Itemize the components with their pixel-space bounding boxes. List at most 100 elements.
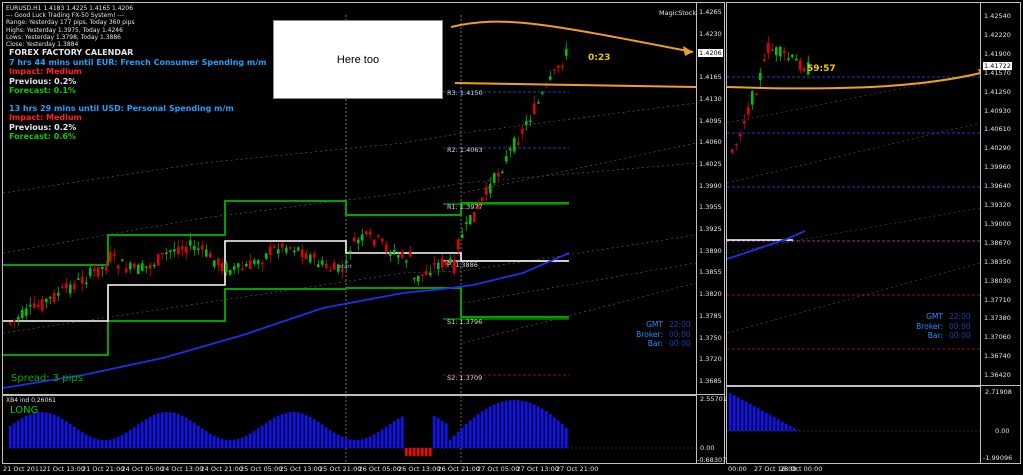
price-axis-left[interactable]: 1.42651.42301.41951.41651.41301.40951.40…: [697, 2, 725, 395]
left-price-tick: 1.3685: [699, 376, 722, 385]
histogram-bar: [9, 426, 12, 448]
histogram-bar: [777, 419, 780, 431]
candle-body: [13, 319, 16, 322]
range-line: Range: Yesterday 177 pips, Today 360 pip…: [6, 19, 135, 27]
histogram-bar: [765, 412, 768, 431]
left-time-tick: 27 Oct 21:00: [556, 465, 599, 473]
candle-body: [117, 265, 120, 269]
indicator-panel-right[interactable]: [726, 386, 981, 464]
candle-body: [189, 240, 192, 246]
histogram-bar: [537, 406, 540, 448]
histogram-bar: [21, 418, 24, 448]
candle-body: [493, 173, 496, 183]
price-axis-right[interactable]: 1.42540 1.42220 1.41900 1.41570 1.41250 1.409…: [981, 2, 1021, 386]
candle-body: [209, 253, 212, 258]
histogram-bar: [773, 417, 776, 431]
histogram-bar: [41, 412, 44, 448]
candle-body: [69, 284, 72, 294]
time-axis-left: 21 Oct 2011 21 Oct 13:00 21 Oct 21:00 24 Oc…: [2, 464, 725, 475]
histogram-bar: [93, 438, 96, 448]
main-chart-panel[interactable]: EURUSD,H1 1.4183 1.4225 1.4165 1.4206 --…: [2, 2, 697, 395]
histogram-bar: [45, 412, 48, 448]
candle-body: [541, 92, 544, 95]
left-price-tick: 1.3955: [699, 203, 722, 212]
left-time-tick: 26 Oct 05:00: [358, 465, 401, 473]
histogram-bar: [397, 418, 400, 448]
candle-body: [169, 250, 172, 252]
candle-body: [497, 173, 500, 177]
histogram-bar: [461, 427, 464, 448]
right-chart-panel[interactable]: 59:57 GMT 22:00 Broker: 00:00 Bar: 00:00: [726, 2, 981, 386]
candle-body: [41, 299, 44, 311]
candle-body: [771, 49, 774, 52]
ind-left-max: 2.55701: [700, 395, 727, 403]
candle-body: [361, 234, 364, 241]
histogram-bar: [105, 439, 108, 448]
candle-body: [561, 65, 564, 68]
candle-body: [485, 187, 488, 195]
histogram-bar: [53, 414, 56, 448]
candle-body: [265, 253, 268, 259]
candle-body: [557, 65, 560, 69]
candle-body: [17, 316, 20, 320]
candle-body: [325, 263, 328, 268]
candle-body: [137, 264, 140, 274]
left-time-tick: 24 Oct 05:00: [121, 465, 164, 473]
calendar-impact-2: Impact: Medium: [9, 113, 82, 122]
histogram-bar: [317, 421, 320, 448]
histogram-bar: [313, 419, 316, 448]
histogram-bar: [345, 438, 348, 448]
candle-body: [321, 260, 324, 265]
histogram-bar: [149, 416, 152, 448]
left-time-tick: 24 Oct 21:00: [200, 465, 243, 473]
histogram-bar: [297, 412, 300, 448]
histogram-bar: [497, 402, 500, 448]
histogram-bar: [465, 424, 468, 448]
histogram-bar: [133, 427, 136, 448]
right-price-tick: 1.37380: [984, 314, 1011, 323]
histogram-bar: [733, 395, 736, 431]
candle-body: [65, 283, 68, 289]
indicator-panel-left[interactable]: XB4 ind 0.26061 LONG: [2, 395, 697, 464]
candle-body: [421, 274, 424, 276]
pivot-label: P: 1.3886: [447, 261, 478, 269]
histogram-bar: [101, 439, 104, 448]
histogram-bar: [129, 429, 132, 448]
candle-body: [353, 237, 356, 242]
candle-body: [529, 120, 532, 122]
candle-body: [141, 263, 144, 271]
histogram-bar: [265, 422, 268, 448]
candle-body: [505, 156, 508, 162]
histogram-bar: [437, 418, 440, 448]
spread-label: Spread: 3 pips: [11, 373, 83, 384]
left-price-tick: 1.3750: [699, 333, 722, 342]
candle-body: [33, 303, 36, 308]
candle-body: [45, 299, 48, 303]
right-time-tick: 00:00: [728, 465, 747, 473]
left-price-tick: 1.3785: [699, 311, 722, 320]
candle-body: [433, 263, 436, 265]
left-time-tick: 24 Oct 13:00: [161, 465, 204, 473]
histogram-bar: [525, 401, 528, 448]
candle-body: [429, 272, 432, 276]
histogram-bar: [245, 435, 248, 448]
candle-body: [161, 252, 164, 255]
candle-body: [173, 249, 176, 252]
calendar-event-2: 13 hrs 29 mins until USD: Personal Spend…: [9, 103, 234, 113]
histogram-bar: [517, 400, 520, 448]
candle-body: [743, 121, 746, 124]
candle-body: [377, 235, 380, 237]
histogram-bar: [97, 439, 100, 448]
candle-body: [253, 260, 256, 264]
histogram-bar: [381, 429, 384, 448]
histogram-bar: [433, 416, 436, 448]
histogram-bar: [197, 425, 200, 448]
candle-body: [77, 278, 80, 281]
histogram-bar: [485, 408, 488, 448]
candle-body: [405, 260, 408, 263]
candle-body: [381, 238, 384, 242]
histogram-bar: [749, 404, 752, 431]
histogram-bar: [341, 436, 344, 448]
candle-body: [249, 260, 252, 270]
histogram-bar: [209, 433, 212, 448]
